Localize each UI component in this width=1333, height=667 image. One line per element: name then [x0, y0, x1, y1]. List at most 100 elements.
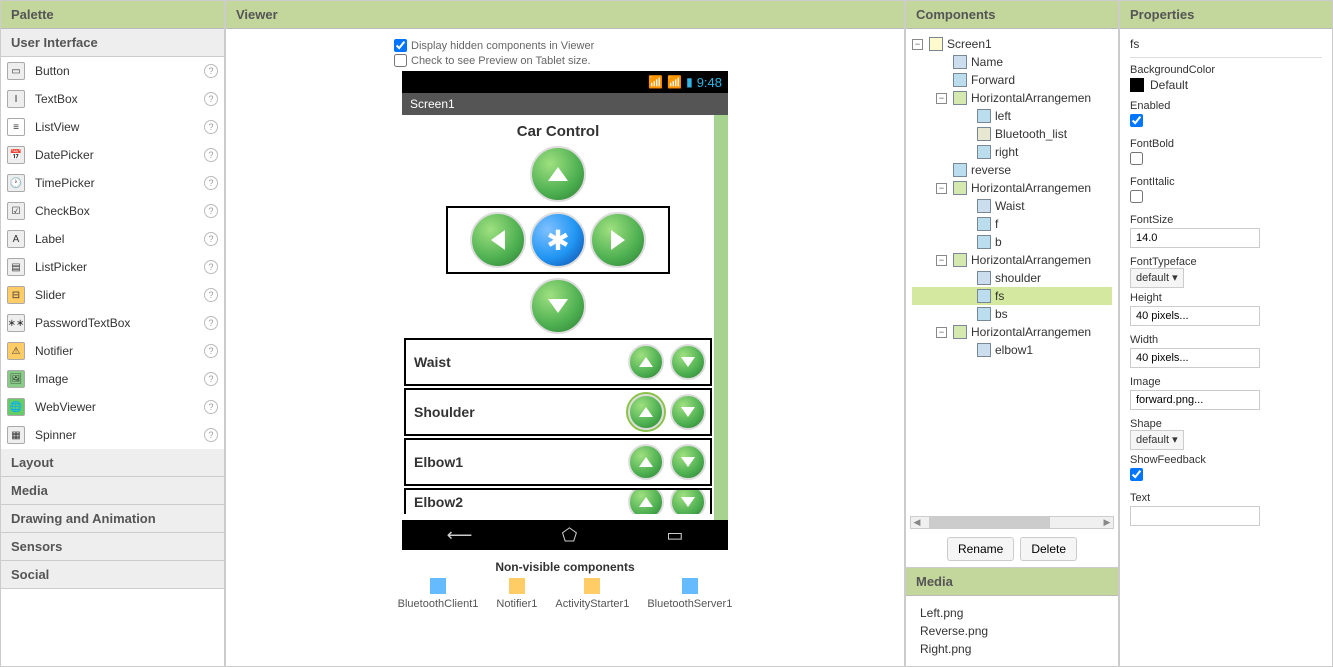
text-input[interactable]	[1130, 506, 1260, 526]
palette-item-datepicker[interactable]: 📅DatePicker?	[1, 141, 224, 169]
nonvis-activity-starter[interactable]: ActivityStarter1	[555, 578, 629, 610]
waist-up-button[interactable]	[628, 344, 664, 380]
height-input[interactable]	[1130, 306, 1260, 326]
fontbold-checkbox[interactable]	[1130, 152, 1143, 165]
home-icon[interactable]: ⬠	[562, 525, 578, 546]
fontitalic-checkbox[interactable]	[1130, 190, 1143, 203]
collapse-icon[interactable]: −	[936, 183, 947, 194]
tree-waist[interactable]: Waist	[912, 197, 1112, 215]
scroll-right-icon[interactable]: ▶	[1101, 517, 1113, 528]
palette-item-password[interactable]: ∗∗PasswordTextBox?	[1, 309, 224, 337]
scrollbar-thumb[interactable]	[929, 517, 1050, 528]
help-icon[interactable]: ?	[204, 204, 218, 218]
display-hidden-check[interactable]: Display hidden components in Viewer	[394, 39, 894, 52]
waist-down-button[interactable]	[670, 344, 706, 380]
tree-ha2[interactable]: −HorizontalArrangemen	[912, 179, 1112, 197]
media-file[interactable]: Right.png	[920, 640, 1104, 658]
palette-item-checkbox[interactable]: ☑CheckBox?	[1, 197, 224, 225]
elbow1-down-button[interactable]	[670, 444, 706, 480]
tree-left[interactable]: left	[912, 107, 1112, 125]
help-icon[interactable]: ?	[204, 64, 218, 78]
bgcolor-value[interactable]: Default	[1130, 78, 1322, 92]
display-hidden-checkbox[interactable]	[394, 39, 407, 52]
palette-item-notifier[interactable]: ⚠Notifier?	[1, 337, 224, 365]
palette-item-button[interactable]: ▭Button?	[1, 57, 224, 85]
elbow2-row[interactable]: Elbow2	[404, 488, 712, 514]
palette-section-drawing[interactable]: Drawing and Animation	[1, 505, 224, 533]
collapse-icon[interactable]: −	[912, 39, 923, 50]
left-button[interactable]	[470, 212, 526, 268]
tree-right[interactable]: right	[912, 143, 1112, 161]
palette-item-listpicker[interactable]: ▤ListPicker?	[1, 253, 224, 281]
palette-item-textbox[interactable]: ITextBox?	[1, 85, 224, 113]
tree-f[interactable]: f	[912, 215, 1112, 233]
help-icon[interactable]: ?	[204, 120, 218, 134]
tree-horizontal-scrollbar[interactable]: ◀▶	[910, 516, 1114, 529]
elbow2-up-button[interactable]	[628, 488, 664, 514]
back-icon[interactable]: ⟵	[447, 525, 473, 546]
waist-row[interactable]: Waist	[404, 338, 712, 386]
tree-reverse[interactable]: reverse	[912, 161, 1112, 179]
tree-elbow1[interactable]: elbow1	[912, 341, 1112, 359]
component-tree[interactable]: −Screen1 Name Forward −HorizontalArrange…	[906, 29, 1118, 514]
tree-shoulder[interactable]: shoulder	[912, 269, 1112, 287]
shoulder-up-button[interactable]	[628, 394, 664, 430]
shoulder-down-button[interactable]	[670, 394, 706, 430]
enabled-checkbox[interactable]	[1130, 114, 1143, 127]
help-icon[interactable]: ?	[204, 372, 218, 386]
horizontal-arrangement-1[interactable]: ✱	[446, 206, 670, 274]
tablet-preview-check[interactable]: Check to see Preview on Tablet size.	[394, 54, 894, 67]
help-icon[interactable]: ?	[204, 344, 218, 358]
tree-b[interactable]: b	[912, 233, 1112, 251]
tree-ha4[interactable]: −HorizontalArrangemen	[912, 323, 1112, 341]
palette-section-ui[interactable]: User Interface	[1, 29, 224, 57]
elbow1-up-button[interactable]	[628, 444, 664, 480]
reverse-button[interactable]	[530, 278, 586, 334]
help-icon[interactable]: ?	[204, 428, 218, 442]
help-icon[interactable]: ?	[204, 316, 218, 330]
palette-section-social[interactable]: Social	[1, 561, 224, 589]
palette-item-slider[interactable]: ⊟Slider?	[1, 281, 224, 309]
collapse-icon[interactable]: −	[936, 93, 947, 104]
shape-select[interactable]: default ▾	[1130, 430, 1184, 450]
nonvis-bluetooth-client[interactable]: BluetoothClient1	[398, 578, 479, 610]
help-icon[interactable]: ?	[204, 232, 218, 246]
media-file[interactable]: Left.png	[920, 604, 1104, 622]
image-input[interactable]	[1130, 390, 1260, 410]
bluetooth-button[interactable]: ✱	[530, 212, 586, 268]
help-icon[interactable]: ?	[204, 260, 218, 274]
elbow2-down-button[interactable]	[670, 488, 706, 514]
tree-forward[interactable]: Forward	[912, 71, 1112, 89]
elbow1-row[interactable]: Elbow1	[404, 438, 712, 486]
collapse-icon[interactable]: −	[936, 255, 947, 266]
nonvis-bluetooth-server[interactable]: BluetoothServer1	[647, 578, 732, 610]
help-icon[interactable]: ?	[204, 176, 218, 190]
shoulder-row[interactable]: Shoulder	[404, 388, 712, 436]
palette-section-layout[interactable]: Layout	[1, 449, 224, 477]
tree-screen1[interactable]: −Screen1	[912, 35, 1112, 53]
palette-item-listview[interactable]: ≡ListView?	[1, 113, 224, 141]
help-icon[interactable]: ?	[204, 92, 218, 106]
tree-name[interactable]: Name	[912, 53, 1112, 71]
tree-fs[interactable]: fs	[912, 287, 1112, 305]
tree-btlist[interactable]: Bluetooth_list	[912, 125, 1112, 143]
tree-ha1[interactable]: −HorizontalArrangemen	[912, 89, 1112, 107]
palette-item-timepicker[interactable]: 🕐TimePicker?	[1, 169, 224, 197]
media-file[interactable]: Reverse.png	[920, 622, 1104, 640]
collapse-icon[interactable]: −	[936, 327, 947, 338]
tree-ha3[interactable]: −HorizontalArrangemen	[912, 251, 1112, 269]
forward-button[interactable]	[530, 146, 586, 202]
palette-item-webviewer[interactable]: 🌐WebViewer?	[1, 393, 224, 421]
width-input[interactable]	[1130, 348, 1260, 368]
palette-item-label[interactable]: ALabel?	[1, 225, 224, 253]
right-button[interactable]	[590, 212, 646, 268]
palette-item-spinner[interactable]: ▦Spinner?	[1, 421, 224, 449]
delete-button[interactable]: Delete	[1020, 537, 1077, 561]
tree-bs[interactable]: bs	[912, 305, 1112, 323]
scroll-left-icon[interactable]: ◀	[911, 517, 923, 528]
fontsize-input[interactable]	[1130, 228, 1260, 248]
nonvis-notifier[interactable]: Notifier1	[496, 578, 537, 610]
palette-section-media[interactable]: Media	[1, 477, 224, 505]
tablet-preview-checkbox[interactable]	[394, 54, 407, 67]
rename-button[interactable]: Rename	[947, 537, 1014, 561]
